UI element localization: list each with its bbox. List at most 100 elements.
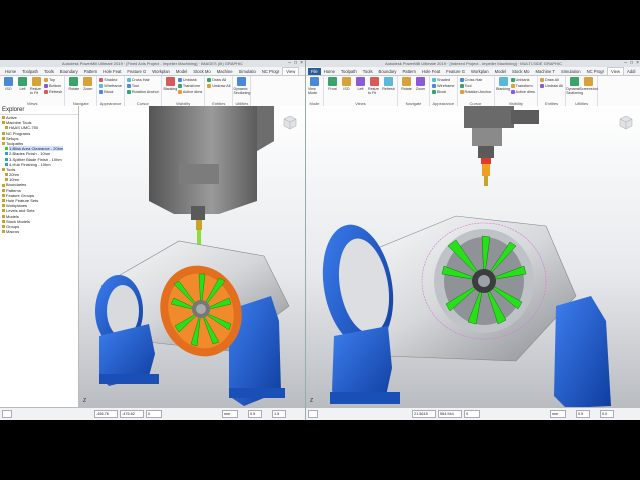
tab-hole-feat[interactable]: Hole Feat — [100, 68, 124, 75]
close-icon[interactable]: × — [636, 60, 639, 66]
view-cube-icon[interactable] — [281, 114, 297, 130]
tab-home[interactable]: Home — [321, 68, 338, 75]
dynamic-sectioning-button[interactable]: Dynamic Sectioning — [234, 77, 250, 95]
maximize-icon[interactable]: □ — [294, 60, 297, 66]
button-label: Tool — [464, 84, 472, 88]
left-button[interactable]: Left — [354, 77, 367, 95]
tab-toolpath[interactable]: Toolpath — [19, 68, 41, 75]
stepover-field[interactable]: 0.0 — [600, 410, 614, 418]
tab-stock-mo[interactable]: Stock Mo — [509, 68, 532, 75]
screenshot-icon — [584, 77, 594, 86]
rotation-anchor-icon — [126, 90, 131, 94]
coord-z-field[interactable]: 0 — [464, 410, 480, 418]
undraw-all-button[interactable]: Undraw All — [539, 83, 564, 89]
tab-model[interactable]: Model — [492, 68, 509, 75]
units-field[interactable]: mm — [222, 410, 238, 418]
tab-nc-progr[interactable]: NC Progr — [584, 68, 607, 75]
maximize-icon[interactable]: □ — [630, 60, 633, 66]
left-button[interactable]: Left — [16, 77, 29, 95]
rotate-button[interactable]: Rotate — [67, 77, 80, 91]
view-mode-icon — [310, 77, 319, 86]
coord-x-field[interactable]: 21.5615 — [412, 410, 436, 418]
folder-icon — [5, 173, 8, 177]
refresh-button[interactable]: Refresh — [44, 89, 62, 95]
refresh-icon — [384, 77, 393, 86]
tab-pattern[interactable]: Pattern — [81, 68, 101, 75]
iso-button[interactable]: ISO — [340, 77, 353, 95]
blanking-button[interactable]: Blanking — [496, 77, 510, 95]
tab-hole-feat[interactable]: Hole Feat — [419, 68, 443, 75]
bottom-icon — [44, 84, 48, 88]
block-button[interactable]: Block — [99, 89, 122, 95]
resize-to-fit-button[interactable]: Resize to Fit — [368, 77, 381, 95]
tab-workplan[interactable]: Workplan — [468, 68, 492, 75]
tab-addi[interactable]: Addi — [624, 68, 638, 75]
tolerance-field[interactable]: 0.5 — [576, 410, 590, 418]
coord-z-field[interactable]: 0 — [146, 410, 162, 418]
active-dims-button[interactable]: Active dims — [510, 89, 535, 95]
coord-y-field[interactable]: 564.944 — [438, 410, 462, 418]
graphics-viewport[interactable]: Z — [79, 106, 305, 408]
active-dims-button[interactable]: Active dims — [177, 89, 203, 95]
tab-model[interactable]: Model — [173, 68, 190, 75]
tab-view[interactable]: View — [282, 67, 300, 75]
blanking-button[interactable]: Blanking — [163, 77, 177, 95]
tab-feature-g[interactable]: Feature G — [443, 68, 468, 75]
minimize-icon[interactable]: – — [288, 60, 291, 66]
tab-stock-mo[interactable]: Stock Mo — [190, 68, 213, 75]
tab-pattern[interactable]: Pattern — [399, 68, 419, 75]
zoom-button[interactable]: Zoom — [81, 77, 94, 91]
zoom-button[interactable]: Zoom — [414, 77, 427, 91]
button-label: Draw All — [212, 78, 227, 82]
rotation-anchor-button[interactable]: Rotation Anchor — [459, 89, 492, 95]
tab-simulatio[interactable]: Simulatio — [236, 68, 259, 75]
spindle-head — [464, 106, 539, 186]
tab-machine-t[interactable]: Machine T — [533, 68, 558, 75]
explorer-tree: Active Machine Tools HAAS UMC-750 NC Progra… — [0, 115, 78, 234]
tab-workplan[interactable]: Workplan — [149, 68, 173, 75]
tab-boundary[interactable]: Boundary — [57, 68, 81, 75]
tab-view[interactable]: View — [607, 67, 625, 75]
tolerance-field[interactable]: 0.5 — [248, 410, 262, 418]
screenshot-button[interactable]: Screenshot — [580, 77, 598, 95]
rotation-anchor-button[interactable]: Rotation Anchor — [126, 89, 159, 95]
rotate-icon — [69, 77, 79, 86]
tab-simulation[interactable]: Simulation — [558, 68, 584, 75]
tab-tools[interactable]: Tools — [41, 68, 57, 75]
tree-item-macros[interactable]: Macros — [0, 229, 78, 234]
refresh-button[interactable]: Refresh — [382, 77, 395, 95]
folder-icon — [2, 199, 5, 203]
tab-toolpath[interactable]: Toolpath — [338, 68, 360, 75]
tab-boundary[interactable]: Boundary — [376, 68, 400, 75]
refresh-icon — [44, 90, 48, 94]
view-mode-button[interactable]: View Mode — [308, 77, 321, 95]
ribbon-tabs: Home Toolpath Tools Boundary Pattern Hole Fea… — [0, 67, 305, 76]
tab-machine[interactable]: Machine — [214, 68, 236, 75]
minimize-icon[interactable]: – — [624, 60, 627, 66]
stepover-field[interactable]: 1.5 — [272, 410, 286, 418]
button-label: Undraw All — [544, 84, 564, 88]
view-cube-icon[interactable] — [617, 114, 633, 130]
button-label: Draw All — [544, 78, 559, 82]
ribbon-group-visibility: Blanking Unblank Transform Active dims Visib… — [162, 76, 206, 106]
coord-x-field[interactable]: -456.76 — [94, 410, 118, 418]
close-icon[interactable]: × — [300, 60, 303, 66]
folder-icon — [2, 209, 5, 213]
tab-tools[interactable]: Tools — [360, 68, 376, 75]
units-field[interactable]: mm — [550, 410, 566, 418]
coord-y-field[interactable]: -476.62 — [120, 410, 144, 418]
front-button[interactable]: Front — [326, 77, 339, 95]
tab-feature-g[interactable]: Feature G — [124, 68, 149, 75]
dynamic-sectioning-button[interactable]: Dynamic Sectioning — [566, 77, 583, 95]
undraw-all-button[interactable]: Undraw All — [207, 83, 230, 89]
graphics-viewport[interactable]: Z — [306, 106, 640, 408]
block-button[interactable]: Block — [432, 89, 455, 95]
tab-home[interactable]: Home — [2, 68, 19, 75]
iso-button[interactable]: ISO — [2, 77, 15, 95]
rotate-button[interactable]: Rotate — [400, 77, 413, 91]
button-label: Cross Hair — [131, 78, 150, 82]
tab-nc-progr[interactable]: NC Progr — [259, 68, 282, 75]
resize-to-fit-button[interactable]: Resize to Fit — [30, 77, 43, 95]
button-label: Active dims — [182, 90, 203, 94]
tab-file[interactable]: File — [308, 68, 321, 75]
